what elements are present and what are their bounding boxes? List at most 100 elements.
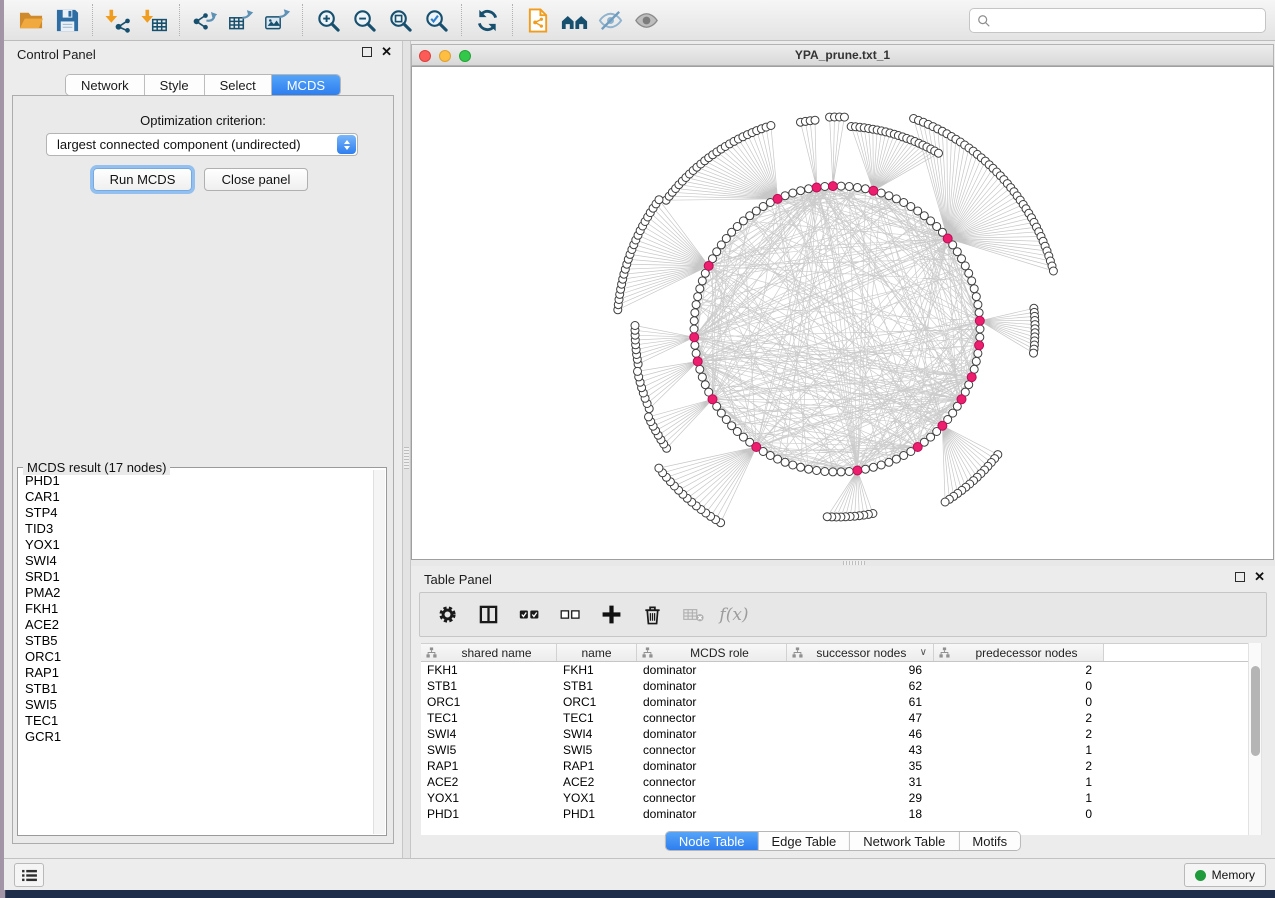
cell-name[interactable]: TEC1 — [557, 710, 637, 726]
mcds-result-item[interactable]: STB1 — [25, 681, 372, 697]
column-header-name[interactable]: name — [557, 644, 637, 661]
column-header-predecessor-nodes[interactable]: predecessor nodes — [934, 644, 1104, 661]
open-session-icon[interactable] — [13, 4, 49, 36]
vertical-splitter[interactable] — [402, 41, 411, 858]
mcds-result-item[interactable]: FKH1 — [25, 601, 372, 617]
cell-successor-nodes[interactable]: 29 — [787, 790, 934, 806]
zoom-selected-icon[interactable] — [418, 4, 454, 36]
cell-shared-name[interactable]: YOX1 — [421, 790, 557, 806]
cell-successor-nodes[interactable]: 43 — [787, 742, 934, 758]
toggle-columns-icon[interactable] — [477, 604, 499, 626]
mcds-result-item[interactable]: PMA2 — [25, 585, 372, 601]
cell-predecessor-nodes[interactable]: 2 — [934, 710, 1104, 726]
cell-MCDS-role[interactable]: dominator — [637, 694, 787, 710]
cell-MCDS-role[interactable]: connector — [637, 710, 787, 726]
cell-predecessor-nodes[interactable]: 1 — [934, 774, 1104, 790]
deselect-all-checkboxes-icon[interactable] — [559, 604, 581, 626]
scrollbar-thumb[interactable] — [1251, 666, 1260, 756]
mcds-result-item[interactable]: PHD1 — [25, 473, 372, 489]
tab-network-table[interactable]: Network Table — [850, 832, 959, 850]
cell-name[interactable]: SWI4 — [557, 726, 637, 742]
cell-predecessor-nodes[interactable]: 0 — [934, 678, 1104, 694]
cell-name[interactable]: YOX1 — [557, 790, 637, 806]
tab-edge-table[interactable]: Edge Table — [758, 832, 850, 850]
add-column-icon[interactable] — [600, 604, 622, 626]
cell-MCDS-role[interactable]: dominator — [637, 758, 787, 774]
splitter-grip[interactable] — [843, 561, 865, 565]
splitter-grip[interactable] — [404, 447, 409, 469]
first-neighbors-icon[interactable] — [556, 4, 592, 36]
cell-predecessor-nodes[interactable]: 0 — [934, 694, 1104, 710]
cell-MCDS-role[interactable]: dominator — [637, 678, 787, 694]
cell-predecessor-nodes[interactable]: 2 — [934, 726, 1104, 742]
mcds-result-item[interactable]: ORC1 — [25, 649, 372, 665]
search-input[interactable] — [996, 14, 1258, 28]
table-row[interactable]: ORC1ORC1dominator610 — [421, 694, 1250, 710]
float-panel-icon[interactable] — [362, 47, 372, 57]
cell-shared-name[interactable]: PHD1 — [421, 806, 557, 822]
task-history-button[interactable] — [14, 863, 44, 887]
mcds-result-item[interactable]: SRD1 — [25, 569, 372, 585]
network-share-document-icon[interactable] — [520, 4, 556, 36]
network-canvas[interactable] — [411, 66, 1274, 560]
mcds-result-item[interactable]: STB5 — [25, 633, 372, 649]
cell-successor-nodes[interactable]: 35 — [787, 758, 934, 774]
cell-MCDS-role[interactable]: dominator — [637, 726, 787, 742]
table-row[interactable]: ACE2ACE2connector311 — [421, 774, 1250, 790]
table-row[interactable]: YOX1YOX1connector291 — [421, 790, 1250, 806]
export-network-icon[interactable] — [187, 4, 223, 36]
import-table-icon[interactable] — [136, 4, 172, 36]
cell-successor-nodes[interactable]: 31 — [787, 774, 934, 790]
table-row[interactable]: SWI5SWI5connector431 — [421, 742, 1250, 758]
run-mcds-button[interactable]: Run MCDS — [93, 168, 192, 191]
settings-gear-icon[interactable] — [436, 604, 458, 626]
cell-name[interactable]: RAP1 — [557, 758, 637, 774]
cell-name[interactable]: PHD1 — [557, 806, 637, 822]
hide-selected-icon[interactable] — [592, 4, 628, 36]
table-row[interactable]: FKH1FKH1dominator962 — [421, 662, 1250, 678]
table-row[interactable]: PHD1PHD1dominator180 — [421, 806, 1250, 822]
cell-predecessor-nodes[interactable]: 2 — [934, 758, 1104, 774]
zoom-fit-icon[interactable] — [382, 4, 418, 36]
mcds-result-item[interactable]: RAP1 — [25, 665, 372, 681]
cell-MCDS-role[interactable]: connector — [637, 774, 787, 790]
export-table-icon[interactable] — [223, 4, 259, 36]
cell-shared-name[interactable]: SWI4 — [421, 726, 557, 742]
show-all-icon[interactable] — [628, 4, 664, 36]
tab-node-table[interactable]: Node Table — [666, 832, 759, 850]
cell-predecessor-nodes[interactable]: 2 — [934, 662, 1104, 678]
table-row[interactable]: SWI4SWI4dominator462 — [421, 726, 1250, 742]
mcds-result-item[interactable]: ACE2 — [25, 617, 372, 633]
cell-shared-name[interactable]: ACE2 — [421, 774, 557, 790]
cell-successor-nodes[interactable]: 18 — [787, 806, 934, 822]
search-box[interactable] — [969, 8, 1266, 33]
cell-MCDS-role[interactable]: dominator — [637, 662, 787, 678]
export-image-icon[interactable] — [259, 4, 295, 36]
mcds-result-list[interactable]: PHD1CAR1STP4TID3YOX1SWI4SRD1PMA2FKH1ACE2… — [19, 470, 372, 834]
mcds-result-item[interactable]: TEC1 — [25, 713, 372, 729]
select-all-checkboxes-icon[interactable] — [518, 604, 540, 626]
table-row[interactable]: RAP1RAP1dominator352 — [421, 758, 1250, 774]
cell-name[interactable]: SWI5 — [557, 742, 637, 758]
mcds-result-item[interactable]: SWI5 — [25, 697, 372, 713]
cell-MCDS-role[interactable]: dominator — [637, 806, 787, 822]
tab-mcds[interactable]: MCDS — [272, 75, 340, 95]
table-scrollbar[interactable] — [1248, 643, 1262, 835]
cell-predecessor-nodes[interactable]: 0 — [934, 806, 1104, 822]
cell-shared-name[interactable]: TEC1 — [421, 710, 557, 726]
mcds-result-item[interactable]: GCR1 — [25, 729, 372, 745]
cell-predecessor-nodes[interactable]: 1 — [934, 790, 1104, 806]
delete-column-icon[interactable] — [641, 604, 663, 626]
tab-network[interactable]: Network — [66, 75, 145, 95]
memory-button[interactable]: Memory — [1184, 863, 1266, 887]
column-header-shared-name[interactable]: shared name — [421, 644, 557, 661]
cell-shared-name[interactable]: RAP1 — [421, 758, 557, 774]
cell-name[interactable]: ACE2 — [557, 774, 637, 790]
column-header-MCDS-role[interactable]: MCDS role — [637, 644, 787, 661]
cell-MCDS-role[interactable]: connector — [637, 742, 787, 758]
cell-shared-name[interactable]: SWI5 — [421, 742, 557, 758]
cell-name[interactable]: ORC1 — [557, 694, 637, 710]
cell-shared-name[interactable]: FKH1 — [421, 662, 557, 678]
save-session-icon[interactable] — [49, 4, 85, 36]
zoom-in-icon[interactable] — [310, 4, 346, 36]
